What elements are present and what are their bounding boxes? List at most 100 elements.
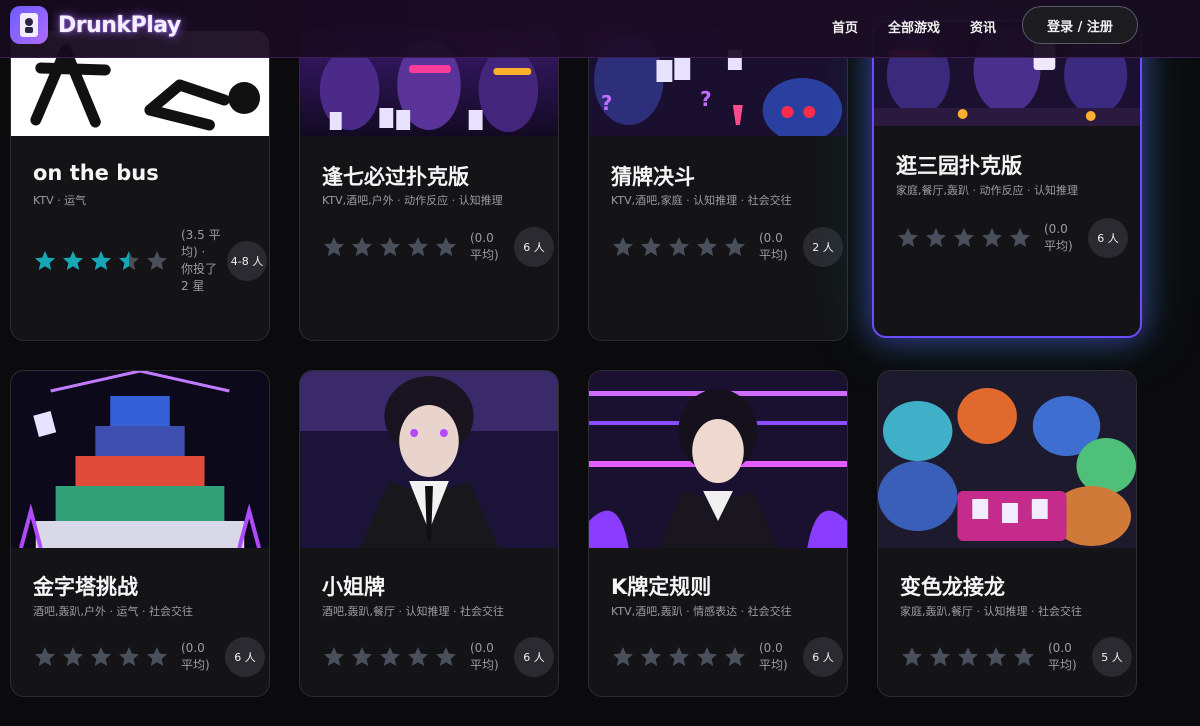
rating-row: (3.5 平均) · 你投了 2 星 4-8 人 — [33, 227, 267, 295]
star-icon[interactable] — [667, 645, 691, 669]
star-icon[interactable] — [900, 645, 924, 669]
rating-stars[interactable] — [33, 645, 169, 669]
star-icon[interactable] — [406, 645, 430, 669]
game-card[interactable]: on the bus KTV · 运气 (3.5 平均) · 你投了 2 星 4… — [10, 30, 270, 341]
star-icon[interactable] — [322, 235, 346, 259]
rating-stars[interactable] — [611, 645, 747, 669]
rating-stars[interactable] — [33, 249, 169, 273]
top-header: DrunkPlay 首页 全部游戏 资讯 登录 / 注册 — [0, 0, 1200, 58]
svg-text:?: ? — [601, 92, 613, 115]
rating-row: (0.0 平均) 2 人 — [611, 227, 843, 267]
rating-row: (0.0 平均) 6 人 — [322, 637, 554, 677]
game-tags: 酒吧,轰趴,餐厅 · 认知推理 · 社会交往 — [322, 605, 504, 618]
star-icon[interactable] — [723, 235, 747, 259]
star-icon[interactable] — [145, 645, 169, 669]
star-icon[interactable] — [117, 645, 141, 669]
game-tags: KTV,酒吧,轰趴 · 情感表达 · 社会交往 — [611, 605, 792, 618]
game-title: 逢七必过扑克版 — [322, 165, 469, 189]
game-cover-image — [878, 371, 1136, 548]
star-icon[interactable] — [350, 235, 374, 259]
players-badge: 2 人 — [803, 227, 843, 267]
rating-average: (0.0 平均) — [1044, 222, 1073, 253]
game-tags: 家庭,轰趴,餐厅 · 认知推理 · 社会交往 — [900, 605, 1082, 618]
star-icon[interactable] — [611, 235, 635, 259]
star-icon[interactable] — [611, 645, 635, 669]
players-badge: 5 人 — [1092, 637, 1132, 677]
rating-stars[interactable] — [322, 645, 458, 669]
game-card[interactable]: 金字塔挑战 酒吧,轰趴,户外 · 运气 · 社会交往 (0.0 平均) 6 人 — [10, 370, 270, 697]
star-icon[interactable] — [956, 645, 980, 669]
star-icon[interactable] — [378, 235, 402, 259]
rating-stars[interactable] — [322, 235, 458, 259]
star-icon[interactable] — [639, 235, 663, 259]
rating-average: (3.5 平均) · 你投了 2 星 — [181, 228, 221, 293]
players-badge: 6 人 — [803, 637, 843, 677]
star-icon[interactable] — [695, 645, 719, 669]
star-icon[interactable] — [117, 249, 141, 273]
star-icon[interactable] — [695, 235, 719, 259]
game-card[interactable]: 逢七必过扑克版 KTV,酒吧,户外 · 动作反应 · 认知推理 (0.0 平均)… — [299, 30, 559, 341]
star-icon[interactable] — [322, 645, 346, 669]
star-icon[interactable] — [984, 645, 1008, 669]
rating-average: (0.0 平均) — [1048, 641, 1077, 672]
login-register-button[interactable]: 登录 / 注册 — [1022, 6, 1138, 44]
star-icon[interactable] — [61, 645, 85, 669]
rating-row: (0.0 平均) 5 人 — [900, 637, 1132, 677]
nav-all-games[interactable]: 全部游戏 — [888, 17, 940, 36]
game-cover-image — [300, 371, 558, 548]
star-icon[interactable] — [1012, 645, 1036, 669]
players-badge: 6 人 — [514, 637, 554, 677]
rating-stars[interactable] — [900, 645, 1036, 669]
rating-average: (0.0 平均) — [470, 231, 499, 262]
game-title: 小姐牌 — [322, 575, 385, 599]
game-card[interactable]: ? ? 猜牌决斗 KTV,酒吧,家庭 · 认知推理 · 社会交往 (0.0 平均… — [588, 30, 848, 341]
star-icon[interactable] — [434, 645, 458, 669]
game-card-highlighted[interactable]: 逛三园扑克版 家庭,餐厅,轰趴 · 动作反应 · 认知推理 (0.0 平均) 6… — [872, 20, 1142, 338]
players-badge: 6 人 — [514, 227, 554, 267]
star-icon[interactable] — [928, 645, 952, 669]
game-title: 逛三园扑克版 — [896, 154, 1022, 178]
rating-row: (0.0 平均) 6 人 — [322, 227, 554, 267]
players-badge: 6 人 — [1088, 218, 1128, 258]
players-badge: 6 人 — [225, 637, 265, 677]
rating-row: (0.0 平均) 6 人 — [33, 637, 265, 677]
game-card[interactable]: 变色龙接龙 家庭,轰趴,餐厅 · 认知推理 · 社会交往 (0.0 平均) 5 … — [877, 370, 1137, 697]
star-icon[interactable] — [350, 645, 374, 669]
game-card[interactable]: K牌定规则 KTV,酒吧,轰趴 · 情感表达 · 社会交往 (0.0 平均) 6… — [588, 370, 848, 697]
app-name: DrunkPlay — [58, 12, 181, 38]
star-icon[interactable] — [952, 226, 976, 250]
game-tags: KTV,酒吧,户外 · 动作反应 · 认知推理 — [322, 194, 503, 207]
star-icon[interactable] — [639, 645, 663, 669]
star-icon[interactable] — [924, 226, 948, 250]
star-icon[interactable] — [89, 249, 113, 273]
game-cover-image — [11, 371, 269, 548]
rating-row: (0.0 平均) 6 人 — [896, 218, 1128, 258]
star-icon[interactable] — [33, 249, 57, 273]
nav-news[interactable]: 资讯 — [970, 17, 996, 36]
star-icon[interactable] — [33, 645, 57, 669]
logo-card-icon — [10, 6, 48, 44]
star-icon[interactable] — [378, 645, 402, 669]
logo[interactable]: DrunkPlay — [10, 6, 181, 44]
star-icon[interactable] — [1008, 226, 1032, 250]
star-icon[interactable] — [667, 235, 691, 259]
game-card[interactable]: 小姐牌 酒吧,轰趴,餐厅 · 认知推理 · 社会交往 (0.0 平均) 6 人 — [299, 370, 559, 697]
star-icon[interactable] — [434, 235, 458, 259]
rating-stars[interactable] — [896, 226, 1032, 250]
game-cover-image — [589, 371, 847, 548]
star-icon[interactable] — [61, 249, 85, 273]
players-badge: 4-8 人 — [227, 241, 267, 281]
rating-stars[interactable] — [611, 235, 747, 259]
star-icon[interactable] — [145, 249, 169, 273]
game-title: K牌定规则 — [611, 575, 712, 599]
star-icon[interactable] — [89, 645, 113, 669]
star-icon[interactable] — [896, 226, 920, 250]
game-title: 金字塔挑战 — [33, 575, 138, 599]
game-tags: KTV · 运气 — [33, 194, 87, 207]
star-icon[interactable] — [406, 235, 430, 259]
nav-home[interactable]: 首页 — [832, 17, 858, 36]
rating-average: (0.0 平均) — [759, 641, 788, 672]
star-icon[interactable] — [980, 226, 1004, 250]
star-icon[interactable] — [723, 645, 747, 669]
rating-average: (0.0 平均) — [470, 641, 499, 672]
